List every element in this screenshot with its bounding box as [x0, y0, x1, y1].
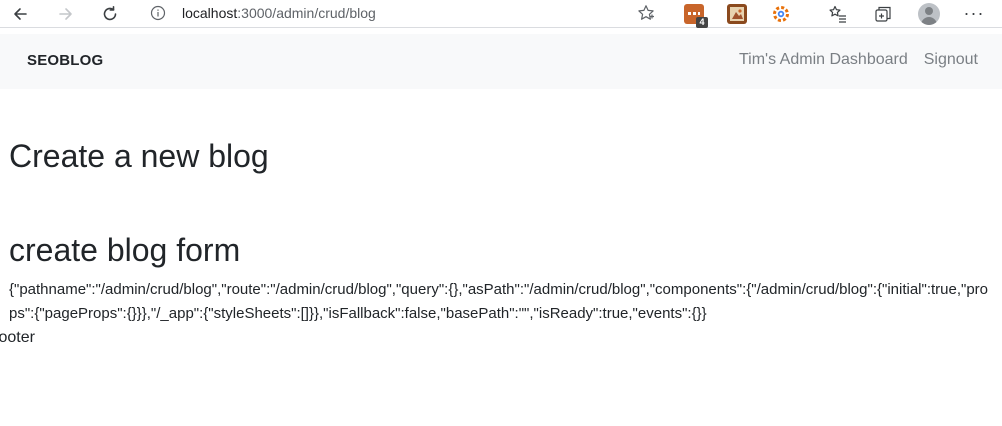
nav-link-signout[interactable]: Signout — [924, 51, 978, 69]
form-heading: create blog form — [9, 232, 241, 268]
url-text[interactable]: localhost:3000/admin/crud/blog — [182, 5, 376, 22]
reload-icon[interactable] — [98, 2, 122, 26]
extension-icon[interactable]: 4 — [684, 4, 708, 28]
favorites-icon[interactable] — [828, 4, 848, 24]
page-title: Create a new blog — [9, 138, 269, 174]
extension-icon[interactable] — [727, 4, 747, 24]
url-path: :3000/admin/crud/blog — [237, 5, 376, 21]
profile-avatar[interactable] — [918, 3, 940, 25]
gear-extension-icon[interactable] — [771, 4, 791, 24]
router-json-dump: {"pathname":"/admin/crud/blog","route":"… — [9, 281, 989, 322]
brand-logo-link[interactable]: SEOBLOG — [27, 52, 103, 69]
arrow-right-icon[interactable] — [54, 2, 78, 26]
footer: footer — [0, 329, 35, 346]
browser-toolbar: localhost:3000/admin/crud/blog 4 ··· — [0, 0, 1002, 28]
extension-badge: 4 — [696, 17, 708, 28]
more-icon[interactable]: ··· — [962, 4, 986, 24]
nav-links: Tim's Admin Dashboard Signout — [739, 51, 978, 69]
app-navbar: SEOBLOG Tim's Admin Dashboard Signout — [0, 34, 1002, 89]
url-host: localhost — [182, 5, 238, 21]
arrow-left-icon[interactable] — [8, 2, 32, 26]
nav-link-admin-dashboard[interactable]: Tim's Admin Dashboard — [739, 51, 908, 69]
address-bar[interactable]: localhost:3000/admin/crud/blog — [138, 0, 666, 27]
collections-icon[interactable] — [873, 4, 893, 24]
star-icon[interactable] — [637, 4, 655, 22]
info-icon[interactable] — [150, 5, 166, 21]
